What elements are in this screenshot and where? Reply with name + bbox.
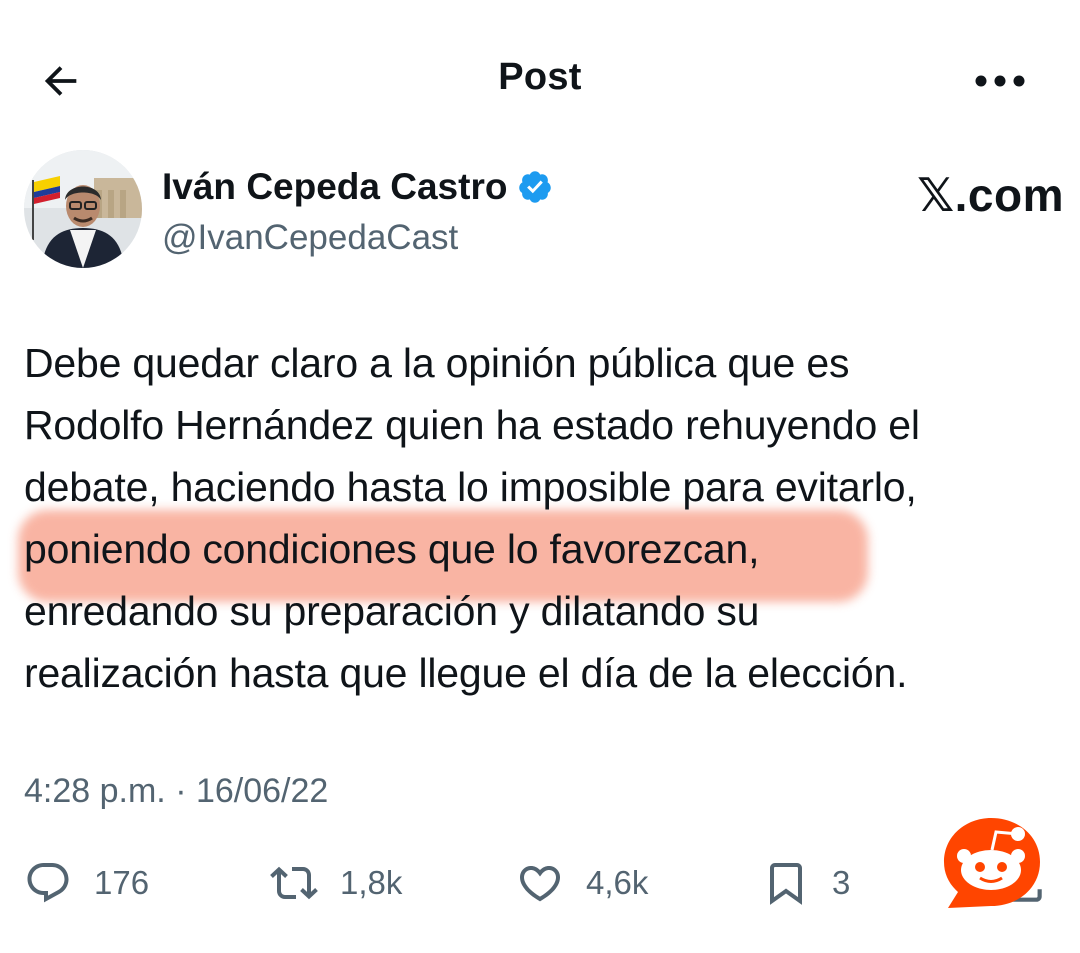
tweet-line: debate, haciendo hasta lo imposible para…: [24, 464, 917, 510]
reddit-logo-icon: [936, 812, 1046, 912]
tweet-text: Debe quedar claro a la opinión pública q…: [24, 332, 1054, 704]
reply-button[interactable]: 176: [24, 848, 149, 918]
bookmark-button[interactable]: 3: [762, 848, 850, 918]
repost-button[interactable]: 1,8k: [270, 848, 402, 918]
reply-icon: [27, 863, 69, 903]
repost-count: 1,8k: [340, 864, 403, 901]
post-timestamp[interactable]: 4:28 p.m. · 16/06/22: [24, 772, 328, 811]
heart-icon: [519, 866, 561, 902]
repost-icon: [270, 866, 318, 900]
tweet-line: Debe quedar claro a la opinión pública q…: [24, 340, 850, 386]
author-name[interactable]: Iván Cepeda Castro: [162, 166, 507, 208]
tweet-line: Rodolfo Hernández quien ha estado rehuye…: [24, 402, 920, 448]
tweet-line: enredando su preparación y dilatando su: [24, 588, 760, 634]
like-count: 4,6k: [586, 864, 649, 901]
tweet-line: realización hasta que llegue el día de l…: [24, 650, 908, 696]
action-bar: 176 1,8k 4,6k 3: [24, 848, 1064, 918]
more-horizontal-icon: [975, 75, 1025, 87]
profile-photo-icon: [24, 150, 142, 268]
author-handle[interactable]: @IvanCepedaCast: [162, 218, 458, 258]
tweet-line-highlighted: poniendo condiciones que lo favorezcan,: [24, 526, 760, 572]
verified-badge-icon: [519, 171, 552, 203]
author-row: Iván Cepeda Castro @IvanCepedaCast 𝕏.com: [24, 150, 1064, 270]
page-title: Post: [498, 56, 582, 98]
avatar[interactable]: [24, 150, 142, 268]
x-logo-watermark: 𝕏.com: [917, 169, 1064, 221]
reply-count: 176: [94, 864, 150, 901]
bookmark-icon: [770, 863, 802, 905]
author-name-row: Iván Cepeda Castro: [162, 166, 553, 208]
more-options-button[interactable]: [970, 56, 1030, 106]
bookmark-count: 3: [832, 864, 851, 901]
post-header: Post: [0, 0, 1080, 160]
like-button[interactable]: 4,6k: [516, 848, 648, 918]
